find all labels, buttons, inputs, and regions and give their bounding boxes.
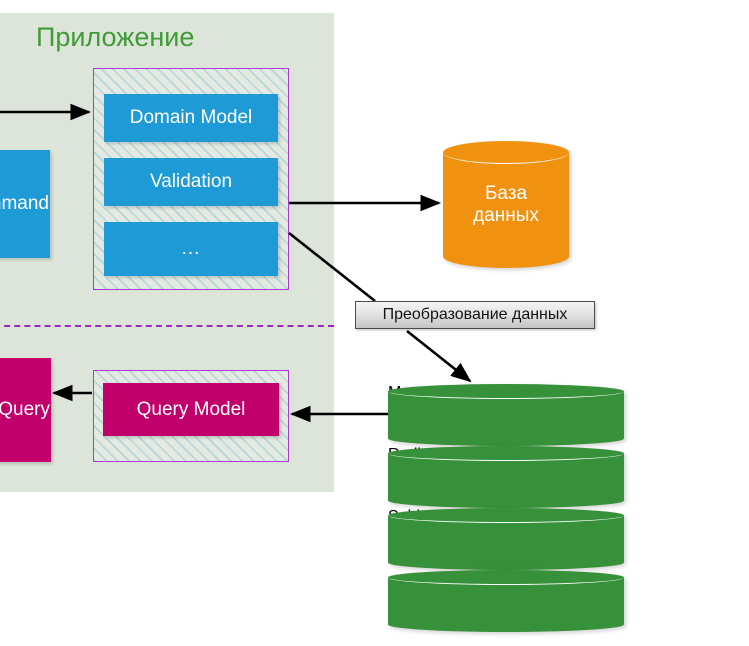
write-database-cylinder[interactable]: База данных bbox=[443, 141, 569, 268]
cylinder-top bbox=[388, 570, 624, 585]
node-domain-model[interactable]: Domain Model bbox=[104, 94, 278, 142]
read-store-sphinx[interactable]: Sphinx bbox=[388, 508, 624, 570]
node-command[interactable]: Command bbox=[0, 150, 50, 258]
node-more-command-label: ... bbox=[181, 238, 201, 260]
cylinder-top bbox=[388, 508, 624, 523]
cylinder-top bbox=[443, 141, 569, 164]
node-more-command[interactable]: ... bbox=[104, 222, 278, 276]
transform-annotation-label: Преобразование данных bbox=[355, 301, 595, 329]
node-query[interactable]: Query bbox=[0, 358, 51, 462]
read-store-redis[interactable]: Redis bbox=[388, 446, 624, 508]
cylinder-top bbox=[388, 446, 624, 461]
cylinder-top bbox=[388, 384, 624, 399]
transform-annotation-text: Преобразование данных bbox=[382, 306, 568, 323]
node-query-model[interactable]: Query Model bbox=[103, 383, 279, 436]
cqrs-divider bbox=[0, 325, 334, 327]
node-validation-label: Validation bbox=[149, 171, 233, 193]
node-query-model-label: Query Model bbox=[136, 398, 246, 420]
node-domain-model-label: Domain Model bbox=[129, 107, 253, 129]
node-command-label: Command bbox=[0, 193, 49, 215]
diagram-canvas: Приложение Domain Model Validation ... C… bbox=[0, 0, 749, 646]
page-title: Приложение bbox=[36, 22, 195, 52]
read-store-mongodb[interactable]: MongoDB bbox=[388, 384, 624, 446]
write-database-label: База данных bbox=[443, 183, 569, 227]
arrow-domain-to-mongodb-lower bbox=[406, 329, 472, 383]
node-validation[interactable]: Validation bbox=[104, 158, 278, 206]
write-database-label-line2: данных bbox=[473, 204, 539, 226]
write-database-label-line1: База bbox=[484, 183, 528, 204]
node-query-label: Query bbox=[0, 399, 50, 421]
read-store-more[interactable]: ... bbox=[388, 570, 624, 632]
